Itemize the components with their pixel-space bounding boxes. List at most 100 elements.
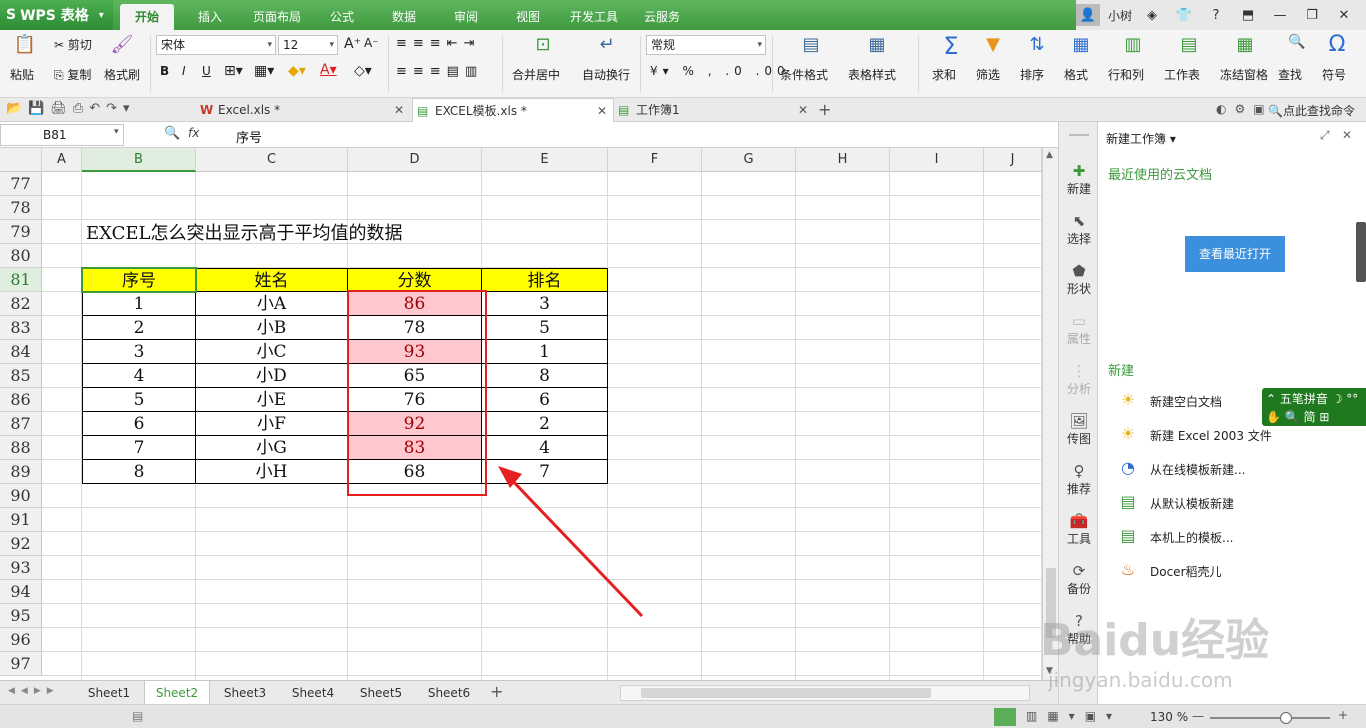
panel-title[interactable]: 新建工作簿 ▾ [1106,130,1176,147]
panel-link-2[interactable]: 从在线模板新建... [1150,461,1245,478]
filter-button[interactable]: 筛选 [976,66,1000,83]
shrink-font-icon[interactable]: A⁻ [364,36,379,50]
sheet-tab-sheet4[interactable]: Sheet4 [280,681,346,705]
sort-button[interactable]: 排序 [1020,66,1044,83]
cond-format-icon[interactable]: ▤ [798,34,824,55]
sidebar-item-3[interactable]: ▭ 属性 [1059,312,1099,347]
sidebar-item-8[interactable]: ⟳ 备份 [1059,562,1099,597]
find-button[interactable]: 查找 [1278,66,1302,83]
restore-ribbon-icon[interactable]: ⬒ [1236,4,1260,26]
vertical-scrollbar[interactable]: ▲ ▼ [1042,148,1058,680]
format-painter-button[interactable]: 格式刷 [104,66,140,83]
sum-icon[interactable]: Σ [938,32,964,60]
view-icons[interactable]: ▥▦▾▣▾ [1026,709,1122,723]
shirt-icon[interactable]: 👕 [1172,4,1196,26]
clear-icon[interactable]: ◇▾ [354,63,372,79]
tab-tools-icons[interactable]: ◐⚙▣ [1216,102,1273,116]
tab-developer[interactable]: 开发工具 [562,4,626,30]
zoom-slider[interactable] [1210,712,1330,724]
format-icon[interactable]: ▦ [1068,34,1094,55]
zoom-formula-icon[interactable]: 🔍 [164,126,180,141]
bold-button[interactable]: B [160,64,169,78]
sheet-tab-sheet5[interactable]: Sheet5 [348,681,414,705]
close-button[interactable]: ✕ [1332,4,1356,26]
paste-icon[interactable]: 📋 [12,34,38,55]
sheet-tab-sheet3[interactable]: Sheet3 [212,681,278,705]
sidebar-item-2[interactable]: ⬟ 形状 [1059,262,1099,297]
border-icon[interactable]: ⊞▾ [224,63,243,79]
cell-style-icon[interactable]: ▦▾ [254,63,274,79]
command-search[interactable]: 🔍点此查找命令 [1268,102,1355,119]
avatar[interactable]: 👤 [1075,4,1100,26]
format-button[interactable]: 格式 [1064,66,1088,83]
tab-page-layout[interactable]: 页面布局 [244,4,310,30]
add-sheet-button[interactable]: + [490,682,503,701]
pin-icon[interactable]: ⤢ [1320,128,1330,143]
rows-cols-icon[interactable]: ▥ [1120,34,1146,55]
font-color-icon[interactable]: A▾ [320,62,337,78]
maximize-button[interactable]: ❐ [1300,4,1324,26]
zoom-slider-thumb[interactable] [1280,712,1292,724]
minimize-button[interactable]: — [1268,4,1292,26]
worksheet-grid[interactable]: ABCDEFGHIJ 77 78 79 80 81 82 83 84 85 86 87 88 89 90 9… [0,148,1042,680]
ime-toolbar[interactable]: ⌃ 五笔拼音 ☽ °° ✋ 🔍 简 ⊞ [1262,388,1366,426]
halign-icons[interactable]: ≡≡≡▤▥ [396,64,483,79]
omega-icon[interactable]: Ω [1324,32,1350,57]
table-style-icon[interactable]: ▦ [864,34,890,55]
sum-button[interactable]: 求和 [932,66,956,83]
doc-tab-workbook1[interactable]: ▤ 工作簿1 ✕ [614,98,814,122]
ime-options[interactable]: ✋ 🔍 简 ⊞ [1266,408,1329,425]
doc-tab-template[interactable]: ▤ EXCEL模板.xls * ✕ [412,98,614,122]
freeze-icon[interactable]: ▦ [1232,34,1258,55]
close-icon[interactable]: ✕ [394,98,404,122]
number-format-icons[interactable]: ¥▾ % ‚ .0 .00 [650,64,790,78]
brush-icon[interactable]: 🖌 [110,34,134,55]
symbol-button[interactable]: 符号 [1322,66,1346,83]
app-menu-button[interactable]: S WPS 表格 ▾ [0,0,113,30]
sheet-nav-icons[interactable]: ◀◀▶▶ [8,686,60,696]
worksheet-button[interactable]: 工作表 [1164,66,1200,83]
ime-mode[interactable]: ⌃ 五笔拼音 ☽ °° [1266,390,1358,407]
tab-insert[interactable]: 插入 [186,4,234,30]
cut-button[interactable]: ✂ 剪切 [54,36,92,53]
sheet-tab-sheet6[interactable]: Sheet6 [416,681,482,705]
cond-format-button[interactable]: 条件格式 [780,66,828,83]
wrap-text-button[interactable]: 自动换行 [582,66,630,83]
horizontal-scrollbar[interactable] [620,685,1030,701]
zoom-level[interactable]: 130 % [1150,710,1188,724]
panel-edge-handle[interactable] [1356,222,1366,282]
skin-icon[interactable]: ◈ [1140,4,1164,26]
sidebar-item-0[interactable]: ✚ 新建 [1059,162,1099,197]
table-style-button[interactable]: 表格样式 [848,66,896,83]
grow-font-icon[interactable]: A⁺ [344,36,361,52]
quick-access-icons[interactable]: 📂💾🖨⎙↶↷▾ [6,101,136,116]
tab-review[interactable]: 审阅 [442,4,490,30]
normal-view-icon[interactable] [994,708,1016,726]
freeze-button[interactable]: 冻结窗格 [1220,66,1268,83]
rows-cols-button[interactable]: 行和列 [1108,66,1144,83]
panel-link-0[interactable]: 新建空白文档 [1150,393,1222,410]
filter-icon[interactable]: ▼ [980,34,1006,55]
user-name[interactable]: 小树 [1108,7,1132,24]
italic-button[interactable]: I [182,64,186,78]
font-name-select[interactable]: 宋体 [156,35,276,55]
panel-link-5[interactable]: Docer稻壳儿 [1150,563,1222,580]
sidebar-item-1[interactable]: ⬉ 选择 [1059,212,1099,247]
scroll-up-icon[interactable]: ▲ [1046,150,1053,160]
tab-data[interactable]: 数据 [380,4,428,30]
zoom-out-button[interactable]: — [1192,709,1204,723]
zoom-in-button[interactable]: + [1338,708,1348,722]
sidebar-item-6[interactable]: ♀ 推荐 [1059,462,1099,497]
panel-link-4[interactable]: 本机上的模板... [1150,529,1233,546]
valign-icons[interactable]: ≡≡≡⇤⇥ [396,36,480,51]
wrap-icon[interactable]: ↵ [594,34,620,55]
view-recent-button[interactable]: 查看最近打开 [1185,236,1285,272]
underline-button[interactable]: U [202,64,211,78]
macro-icon[interactable]: ▤ [132,709,143,723]
sidebar-item-4[interactable]: ⋮ 分析 [1059,362,1099,397]
new-tab-button[interactable]: + [818,100,831,119]
sheet-tab-sheet2[interactable]: Sheet2 [144,681,210,705]
close-icon[interactable]: ✕ [597,99,607,123]
sidebar-item-7[interactable]: 🧰 工具 [1059,512,1099,547]
close-icon[interactable]: ✕ [1342,128,1352,142]
